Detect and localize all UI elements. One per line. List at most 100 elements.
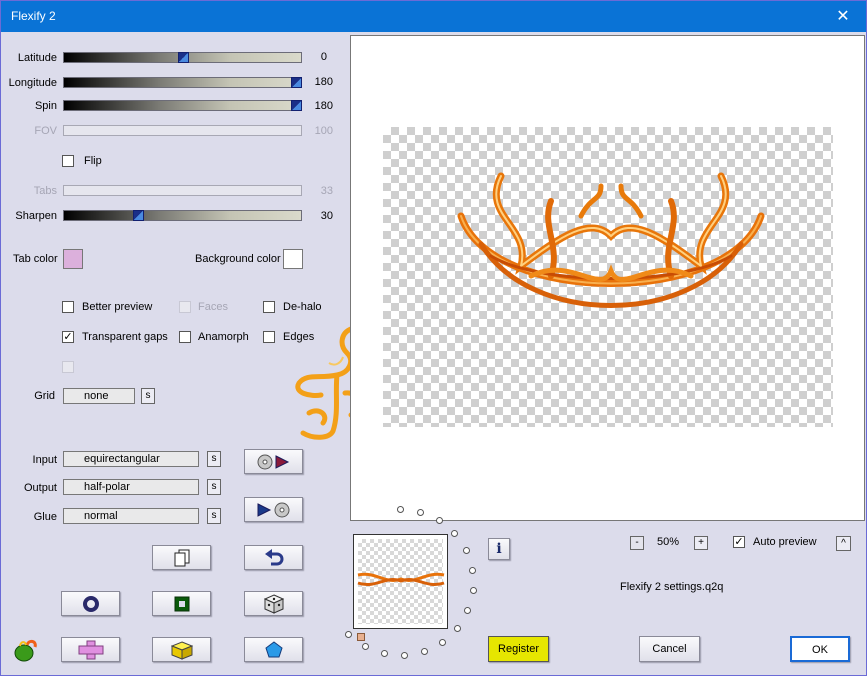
tab-color-label: Tab color [13, 253, 58, 265]
background-color-label: Background color [195, 253, 281, 265]
gem-button[interactable] [244, 637, 303, 662]
faces-label: Faces [198, 301, 228, 313]
better-preview-label: Better preview [82, 301, 153, 313]
tumbler-dot[interactable] [345, 630, 353, 638]
zoom-in-button[interactable]: + [694, 536, 708, 550]
output-projection-field[interactable]: half-polar [63, 479, 199, 495]
longitude-value: 180 [314, 76, 333, 88]
spin-slider-thumb[interactable] [291, 100, 302, 111]
edges-checkbox[interactable] [263, 331, 275, 343]
tumbler-dot[interactable] [361, 642, 369, 650]
tumbler-dot[interactable] [454, 624, 462, 632]
ring-button[interactable] [61, 591, 120, 616]
longitude-label: Longitude [8, 77, 57, 89]
tab-color-swatch[interactable] [63, 249, 83, 269]
tumbler-dot[interactable] [380, 650, 388, 658]
cross-button[interactable] [61, 637, 120, 662]
info-icon: i [496, 541, 502, 557]
transparent-gaps-label: Transparent gaps [82, 331, 168, 343]
spin-slider[interactable] [63, 100, 302, 111]
background-color-swatch[interactable] [283, 249, 303, 269]
play-disc-icon [257, 502, 289, 517]
auto-preview-checkbox[interactable]: ✓ [733, 536, 745, 548]
grid-settings-button[interactable]: s [141, 388, 155, 404]
tumbler-dot[interactable] [451, 530, 459, 538]
auto-preview-label: Auto preview [753, 536, 817, 548]
latitude-label: Latitude [17, 52, 57, 64]
zoom-out-button[interactable]: - [630, 536, 644, 550]
output-label: Output [23, 482, 57, 494]
tumbler-dot[interactable] [439, 638, 447, 646]
longitude-slider-thumb[interactable] [291, 77, 302, 88]
save-output-button[interactable] [244, 497, 303, 522]
thumbnail-corner-marker[interactable] [357, 633, 365, 641]
blue-pentagon-icon [264, 640, 283, 657]
undo-arrow-icon [264, 548, 283, 565]
yellow-cube-icon [170, 640, 193, 660]
tumbler-dot[interactable] [401, 651, 409, 659]
spin-value: 180 [314, 100, 333, 112]
collapse-button[interactable]: ^ [836, 536, 851, 551]
flip-checkbox[interactable] [62, 155, 74, 167]
tumbler-dot[interactable] [435, 517, 443, 525]
info-button[interactable]: i [488, 538, 510, 560]
tumbler-dot[interactable] [421, 647, 429, 655]
tumbler-dot[interactable] [464, 606, 472, 614]
spin-label: Spin [34, 100, 57, 112]
square-frame-icon [174, 596, 189, 611]
tabs-slider [63, 185, 302, 196]
copy-button[interactable] [152, 545, 211, 570]
sharpen-slider[interactable] [63, 210, 302, 221]
undo-button[interactable] [244, 545, 303, 570]
anamorph-checkbox[interactable] [179, 331, 191, 343]
glue-settings-button[interactable]: s [207, 508, 221, 524]
anamorph-label: Anamorph [198, 331, 249, 343]
tumbler-dot[interactable] [397, 506, 404, 513]
zoom-level: 50% [657, 536, 680, 548]
ok-button[interactable]: OK [790, 636, 850, 662]
fov-label: FOV [34, 125, 57, 137]
dice-icon [263, 593, 284, 614]
preview-panel[interactable] [350, 35, 865, 521]
glue-field[interactable]: normal [63, 508, 199, 524]
grid-field[interactable]: none [63, 388, 135, 404]
cancel-button[interactable]: Cancel [639, 636, 700, 662]
tumbler-dot[interactable] [417, 508, 425, 516]
fov-slider [63, 125, 302, 136]
frame-button[interactable] [152, 591, 211, 616]
random-button[interactable] [244, 591, 303, 616]
unnamed-disabled-checkbox [62, 361, 74, 373]
de-halo-checkbox[interactable] [263, 301, 275, 313]
pages-icon [174, 549, 189, 566]
input-projection-field[interactable]: equirectangular [63, 451, 199, 467]
better-preview-checkbox[interactable] [62, 301, 74, 313]
flexify-dialog: Flexify 2 ✕ Latitude 0 Longitude 180 Spi… [0, 0, 867, 676]
sharpen-slider-thumb[interactable] [133, 210, 144, 221]
cube-button[interactable] [152, 637, 211, 662]
latitude-slider-thumb[interactable] [178, 52, 189, 63]
longitude-slider[interactable] [63, 77, 302, 88]
window-title: Flexify 2 [11, 9, 56, 23]
sharpen-value: 30 [320, 210, 333, 222]
tabs-label: Tabs [33, 185, 57, 197]
preview-image [457, 172, 765, 308]
tumbler-dot[interactable] [469, 587, 477, 595]
title-bar: Flexify 2 ✕ [1, 1, 866, 32]
tumbler-dot[interactable] [468, 566, 476, 574]
input-settings-button[interactable]: s [207, 451, 221, 467]
thumbnail-image [357, 572, 445, 586]
tumbler-dot[interactable] [462, 547, 470, 555]
latitude-slider[interactable] [63, 52, 302, 63]
ring-icon [82, 595, 99, 612]
navigator-thumbnail[interactable] [353, 534, 448, 629]
transparent-gaps-checkbox[interactable]: ✓ [62, 331, 74, 343]
flaming-pear-logo-icon [14, 639, 37, 662]
output-settings-button[interactable]: s [207, 479, 221, 495]
close-icon[interactable]: ✕ [820, 1, 866, 32]
input-label: Input [32, 454, 57, 466]
load-input-button[interactable] [244, 449, 303, 474]
latitude-value: 0 [320, 51, 327, 63]
glue-label: Glue [33, 511, 57, 523]
register-button[interactable]: Register [488, 636, 549, 662]
grid-label: Grid [34, 390, 55, 402]
